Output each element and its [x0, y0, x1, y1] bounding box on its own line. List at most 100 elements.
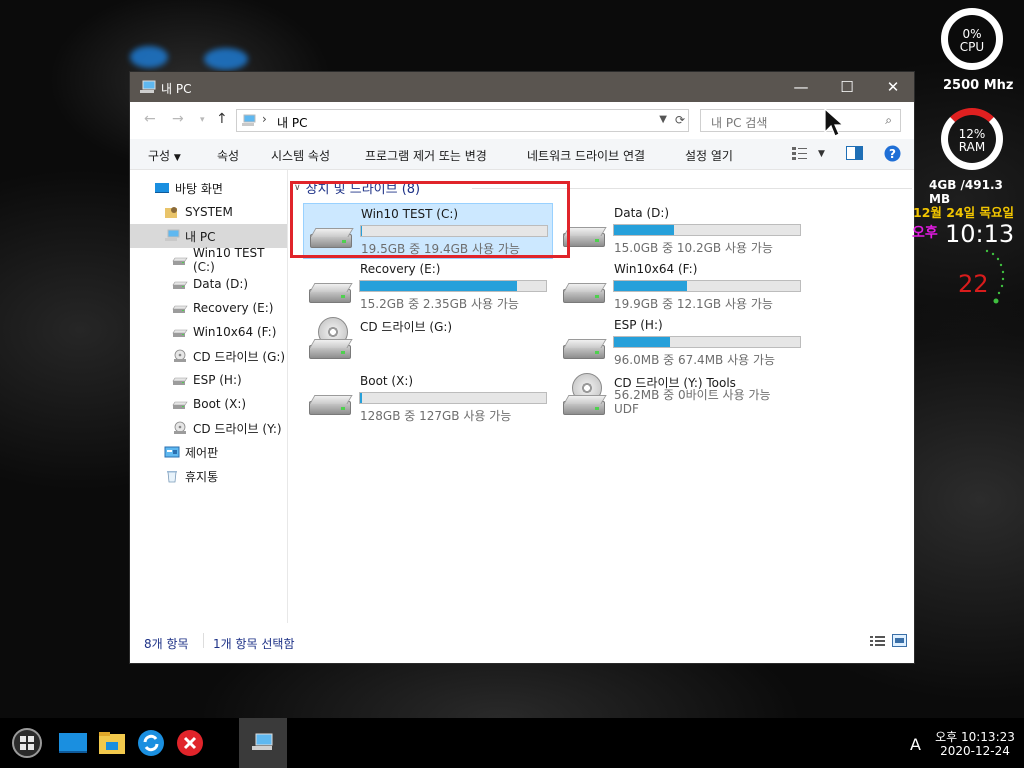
cpu-gauge: 0% CPU — [941, 8, 1003, 70]
sidebar-item[interactable]: Recovery (E:) — [130, 296, 287, 320]
organize-button[interactable]: 구성 ▼ — [148, 147, 181, 164]
drive-usage-fill — [360, 281, 518, 291]
view-chevron-icon[interactable]: ▼ — [818, 149, 825, 159]
computer-icon — [242, 114, 256, 130]
clock-seconds: 22 — [958, 270, 989, 298]
drive-space-info: 19.9GB 중 12.1GB 사용 가능 — [614, 297, 773, 311]
drive-tile[interactable]: Data (D:) 15.0GB 중 10.2GB 사용 가능 — [557, 203, 807, 259]
drive-tile[interactable]: ESP (H:) 96.0MB 중 67.4MB 사용 가능 — [557, 315, 807, 371]
ram-gauge: 12% RAM — [941, 108, 1003, 170]
sidebar-item[interactable]: 제어판 — [130, 440, 287, 464]
cd-drive-icon — [563, 373, 607, 419]
properties-button[interactable]: 속성 — [217, 147, 239, 164]
item-count: 8개 항목 — [144, 637, 189, 651]
view-options-icon[interactable] — [792, 146, 808, 163]
title-bar[interactable]: 내 PC — ☐ ✕ — [130, 72, 914, 102]
drive-icon — [172, 301, 188, 315]
date-label: 12월 24일 목요일 — [913, 205, 1014, 220]
sidebar-item[interactable]: Win10x64 (F:) — [130, 320, 287, 344]
search-box[interactable]: 내 PC 검색 ⌕ — [700, 109, 901, 132]
map-drive-button[interactable]: 네트워크 드라이브 연결 — [527, 147, 645, 164]
uninstall-button[interactable]: 프로그램 제거 또는 변경 — [365, 147, 487, 164]
red-x-icon — [177, 730, 203, 756]
drive-usage-bar — [613, 280, 801, 292]
drive-tile[interactable]: Recovery (E:) 15.2GB 중 2.35GB 사용 가능 — [303, 259, 553, 315]
ime-indicator[interactable]: A — [910, 735, 921, 754]
organize-label: 구성 — [148, 149, 171, 163]
drive-icon — [309, 395, 353, 419]
recent-chevron-icon[interactable]: ▾ — [200, 115, 205, 125]
sidebar-item[interactable]: Boot (X:) — [130, 392, 287, 416]
sidebar-item-label: 휴지통 — [185, 469, 219, 484]
window-title: 내 PC — [161, 82, 192, 96]
open-settings-button[interactable]: 설정 열기 — [685, 147, 733, 164]
details-view-icon[interactable] — [870, 635, 885, 650]
drive-name: Boot (X:) — [360, 374, 414, 388]
sidebar-item[interactable]: 내 PC — [130, 224, 287, 248]
computer-icon — [164, 229, 180, 243]
help-icon[interactable]: ? — [884, 145, 901, 165]
drive-tile[interactable]: Boot (X:) 128GB 중 127GB 사용 가능 — [303, 371, 553, 427]
maximize-button[interactable]: ☐ — [824, 72, 870, 102]
sidebar-item[interactable]: 휴지통 — [130, 464, 287, 488]
drive-icon — [309, 283, 353, 307]
cpu-frequency: 2500 Mhz — [943, 78, 1014, 93]
sidebar-item[interactable]: SYSTEM — [130, 200, 287, 224]
drive-name: Recovery (E:) — [360, 262, 441, 276]
drive-name: CD 드라이브 (G:) — [360, 320, 453, 334]
svg-text:?: ? — [889, 147, 896, 161]
sidebar-item-label: CD 드라이브 (Y:) — [193, 421, 282, 436]
drive-usage-fill — [614, 281, 687, 291]
drive-name: Win10x64 (F:) — [614, 262, 698, 276]
address-dropdown-icon[interactable]: ▼ — [659, 114, 667, 125]
drive-tile[interactable]: Win10x64 (F:) 19.9GB 중 12.1GB 사용 가능 — [557, 259, 807, 315]
close-button[interactable]: ✕ — [870, 72, 916, 102]
sidebar-item-label: Data (D:) — [193, 277, 249, 291]
drive-usage-bar — [359, 280, 547, 292]
drive-tile[interactable]: CD 드라이브 (G:) — [303, 315, 553, 371]
sidebar-item[interactable]: Win10 TEST (C:) — [130, 246, 287, 274]
drive-tile[interactable]: CD 드라이브 (Y:) Tools 56.2MB 중 0바이트 사용 가능 UDF — [557, 371, 807, 427]
drive-icon — [172, 277, 188, 291]
system-properties-button[interactable]: 시스템 속성 — [271, 147, 330, 164]
sidebar-item[interactable]: CD 드라이브 (Y:) — [130, 416, 287, 440]
close-app-button[interactable] — [166, 718, 214, 768]
forward-arrow-icon[interactable]: → — [172, 111, 184, 127]
drive-icon — [172, 253, 188, 267]
sidebar-item[interactable]: CD 드라이브 (G:) — [130, 344, 287, 368]
taskbar-clock-time[interactable]: 오후 10:13:23 — [932, 728, 1018, 745]
taskbar-clock-date[interactable]: 2020-12-24 — [932, 744, 1018, 758]
breadcrumb[interactable]: 내 PC — [277, 114, 307, 131]
drive-icon — [563, 339, 607, 363]
tiles-view-icon[interactable] — [892, 634, 907, 650]
address-bar-row: ← → ▾ ↑ › 내 PC ▼ ⟳ 내 PC 검색 ⌕ — [130, 102, 914, 139]
drive-space-info: 15.0GB 중 10.2GB 사용 가능 — [614, 241, 773, 255]
sidebar-item[interactable]: ESP (H:) — [130, 368, 287, 392]
computer-icon — [252, 733, 273, 750]
sidebar-item[interactable]: Data (D:) — [130, 272, 287, 296]
preview-pane-icon[interactable] — [846, 146, 863, 163]
search-input[interactable]: 내 PC 검색 — [711, 114, 767, 131]
drive-name: Data (D:) — [614, 206, 670, 220]
sidebar-item-label: CD 드라이브 (G:) — [193, 349, 286, 364]
wallpaper-glow — [204, 48, 248, 70]
refresh-icon[interactable]: ⟳ — [675, 113, 685, 127]
back-arrow-icon[interactable]: ← — [144, 111, 156, 127]
sidebar-item-label: ESP (H:) — [193, 373, 242, 387]
up-arrow-icon[interactable]: ↑ — [216, 111, 228, 127]
cd-drive-icon — [172, 421, 188, 435]
start-button[interactable] — [3, 718, 51, 768]
sidebar-item-label: 내 PC — [185, 229, 216, 244]
taskbar-explorer-window[interactable] — [239, 718, 287, 768]
cd-drive-icon — [309, 317, 353, 363]
minimize-button[interactable]: — — [778, 72, 824, 102]
address-box[interactable]: › 내 PC ▼ ⟳ — [236, 109, 689, 132]
drive-usage-bar — [613, 224, 801, 236]
search-icon[interactable]: ⌕ — [885, 113, 892, 128]
control-panel-icon — [164, 445, 180, 459]
clock-time: 10:13 — [945, 220, 1015, 248]
sidebar-item[interactable]: 바탕 화면 — [130, 176, 287, 200]
user-folder-icon — [164, 205, 180, 219]
drive-usage-bar — [359, 392, 547, 404]
recycle-bin-icon — [164, 469, 180, 483]
